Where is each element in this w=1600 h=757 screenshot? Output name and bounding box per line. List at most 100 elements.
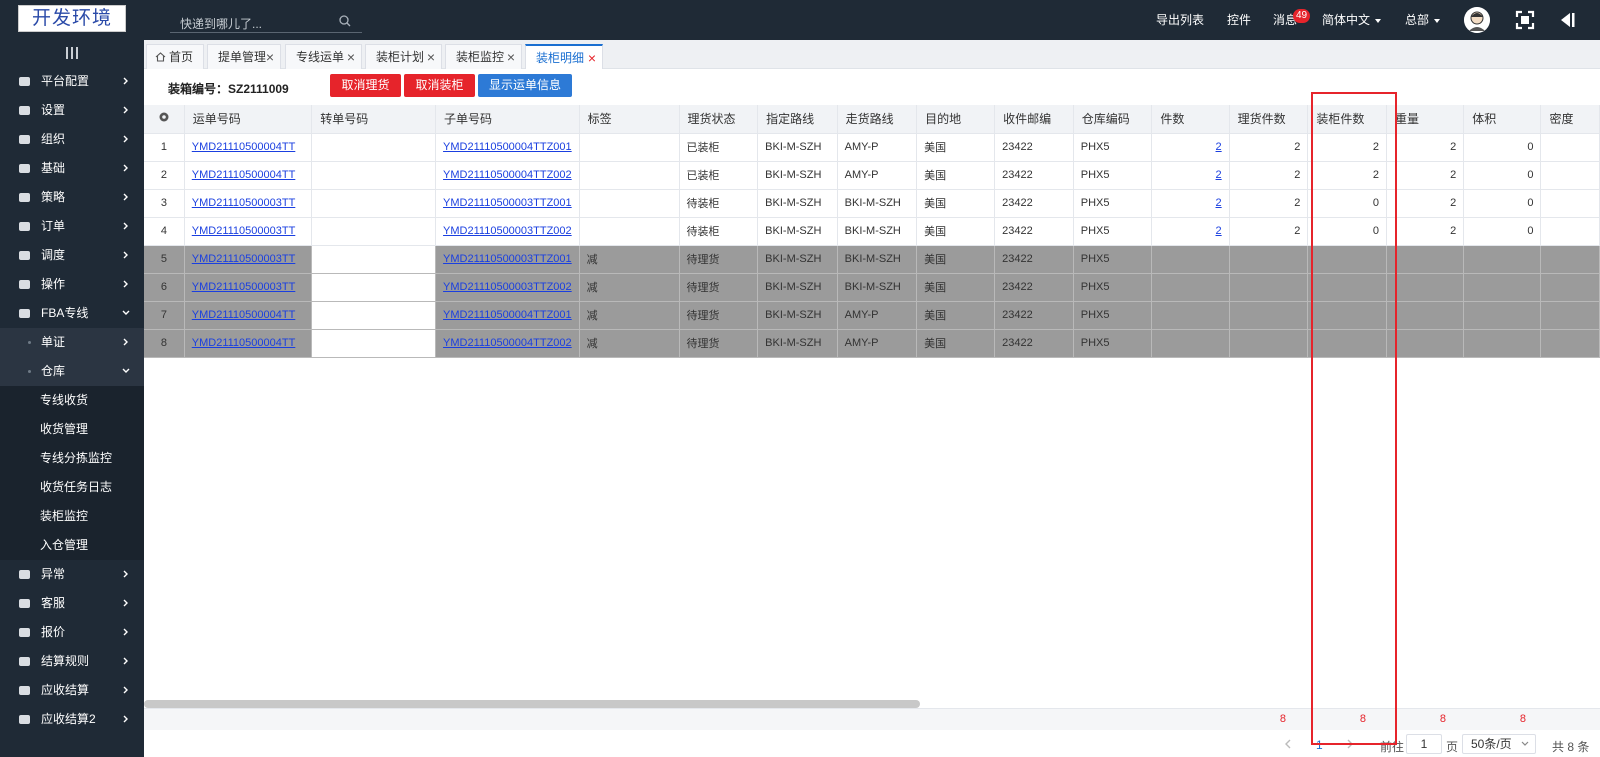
tab-3[interactable]: 装柜计划 × [365,44,442,69]
export-list-link[interactable]: 导出列表 [1156,0,1204,40]
collapse-panel-icon[interactable] [1557,10,1577,30]
column-header-5[interactable]: 指定路线 [757,105,838,134]
column-header-8[interactable]: 收件邮编 [994,105,1074,134]
tab-1[interactable]: 提单管理 × [207,44,281,69]
sidebar-item-4[interactable]: 策略 [0,183,144,212]
sidebar-item-3[interactable]: 基础 [0,154,144,183]
strategy-icon [19,193,30,202]
sidebar-item-1[interactable]: 设置 [0,96,144,125]
sidebar-leaf-item-3[interactable]: 收货任务日志 [0,473,144,502]
column-header-7[interactable]: 目的地 [916,105,996,134]
org-select[interactable]: 总部 [1405,0,1441,40]
column-header-3[interactable]: 标签 [579,105,680,134]
user-avatar-icon[interactable] [1464,7,1490,33]
sidebar-sub-item-1[interactable]: 仓库 [0,357,144,386]
language-select[interactable]: 简体中文 [1322,0,1382,40]
sub-link[interactable]: YMD21110500003TTZ001 [443,253,572,265]
sub-link[interactable]: YMD21110500004TTZ002 [443,169,572,181]
sidebar-leaf-item-1[interactable]: 收货管理 [0,415,144,444]
search-input[interactable]: 快递到哪儿了... [180,15,262,32]
sidebar-item-2[interactable]: 组织 [0,125,144,154]
horizontal-scrollbar[interactable] [144,700,920,708]
goto-page-input[interactable]: 1 [1406,734,1442,754]
sidebar-item-8[interactable]: FBA专线 [0,299,144,328]
pieces-link[interactable]: 2 [1216,225,1222,237]
search-box[interactable]: 快递到哪儿了... [170,11,362,33]
sidebar-leaf-item-4[interactable]: 装柜监控 [0,502,144,531]
column-header-9[interactable]: 仓库编码 [1073,105,1153,134]
waybill-link[interactable]: YMD21110500004TT [192,141,296,153]
row-index: 6 [144,273,185,302]
waybill-link[interactable]: YMD21110500003TT [192,253,296,265]
fullscreen-icon[interactable] [1515,10,1535,30]
column-header-1[interactable]: 转单号码 [311,105,437,134]
chevron-left-icon[interactable] [1283,739,1293,749]
sidebar-leaf-item-5[interactable]: 入仓管理 [0,531,144,560]
close-icon[interactable]: × [507,45,515,69]
sidebar-leaf-item-0[interactable]: 专线收货 [0,386,144,415]
sidebar-bottom-item-1[interactable]: 客服 [0,589,144,618]
sidebar-bottom-item-3[interactable]: 结算规则 [0,647,144,676]
sidebar-item-7[interactable]: 操作 [0,270,144,299]
sub-link[interactable]: YMD21110500004TTZ001 [443,141,572,153]
column-header-13[interactable]: 重量 [1386,105,1465,134]
sub-link[interactable]: YMD21110500003TTZ001 [443,197,572,209]
sub-link[interactable]: YMD21110500003TTZ002 [443,281,572,293]
cancel-loading-button[interactable]: 取消装柜 [404,74,475,97]
waybill-link[interactable]: YMD21110500004TT [192,309,296,321]
waybill-link[interactable]: YMD21110500004TT [192,169,296,181]
column-header-2[interactable]: 子单号码 [435,105,580,134]
sub-link[interactable]: YMD21110500004TTZ002 [443,337,572,349]
pieces-link[interactable]: 2 [1216,141,1222,153]
tab-4[interactable]: 装柜监控 × [445,44,522,69]
sidebar-bottom-item-5[interactable]: 应收结算2 [0,705,144,734]
sub-link[interactable]: YMD21110500004TTZ001 [443,309,572,321]
close-icon[interactable]: × [588,46,596,70]
column-settings[interactable] [144,105,185,134]
close-icon[interactable]: × [347,45,355,69]
cell-waybill: YMD21110500003TT [184,189,313,218]
waybill-link[interactable]: YMD21110500003TT [192,225,296,237]
sidebar-item-6[interactable]: 调度 [0,241,144,270]
widgets-link[interactable]: 控件 [1227,0,1251,40]
sidebar-item-5[interactable]: 订单 [0,212,144,241]
waybill-link[interactable]: YMD21110500004TT [192,337,296,349]
column-header-0[interactable]: 运单号码 [184,105,313,134]
tab-5[interactable]: 装柜明细 × [525,44,603,69]
sub-link[interactable]: YMD21110500003TTZ002 [443,225,572,237]
sidebar-leaf-item-2[interactable]: 专线分拣监控 [0,444,144,473]
pieces-link[interactable]: 2 [1216,169,1222,181]
sidebar-sub-item-0[interactable]: 单证 [0,328,144,357]
column-header-10[interactable]: 件数 [1151,105,1230,134]
waybill-link[interactable]: YMD21110500003TT [192,197,296,209]
show-waybill-button[interactable]: 显示运单信息 [478,74,572,97]
close-icon[interactable]: × [427,45,435,69]
close-icon[interactable]: × [266,45,274,69]
column-header-11[interactable]: 理货件数 [1229,105,1309,134]
logo[interactable]: 开发环境 [18,5,126,32]
waybill-link[interactable]: YMD21110500003TT [192,281,296,293]
sidebar-bottom-item-4[interactable]: 应收结算 [0,676,144,705]
column-header-15[interactable]: 密度 [1540,105,1600,134]
page-size-select[interactable]: 50条/页 [1462,734,1536,754]
column-header-4[interactable]: 理货状态 [679,105,759,134]
tab-0[interactable]: 首页 [146,44,204,69]
menu-icon[interactable] [64,46,80,60]
bullet-icon [28,341,31,344]
cancel-sorting-button[interactable]: 取消理货 [330,74,401,97]
search-icon[interactable] [338,14,352,28]
sidebar-bottom-item-2[interactable]: 报价 [0,618,144,647]
tab-2[interactable]: 专线运单 × [285,44,362,69]
column-header-6[interactable]: 走货路线 [837,105,918,134]
sidebar-toggle[interactable] [0,40,144,67]
cell-sorted: 2 [1229,133,1309,162]
sidebar-item-0[interactable]: 平台配置 [0,67,144,96]
cell-ship_route: BKI-M-SZH [837,189,918,218]
pieces-link[interactable]: 2 [1216,197,1222,209]
column-header-14[interactable]: 体积 [1463,105,1542,134]
gear-icon[interactable] [158,111,170,123]
sidebar-bottom-item-0[interactable]: 异常 [0,560,144,589]
sidebar-item-label: 平台配置 [41,74,90,88]
cell-waybill: YMD21110500003TT [184,245,313,274]
chevron-right-icon [123,657,128,665]
